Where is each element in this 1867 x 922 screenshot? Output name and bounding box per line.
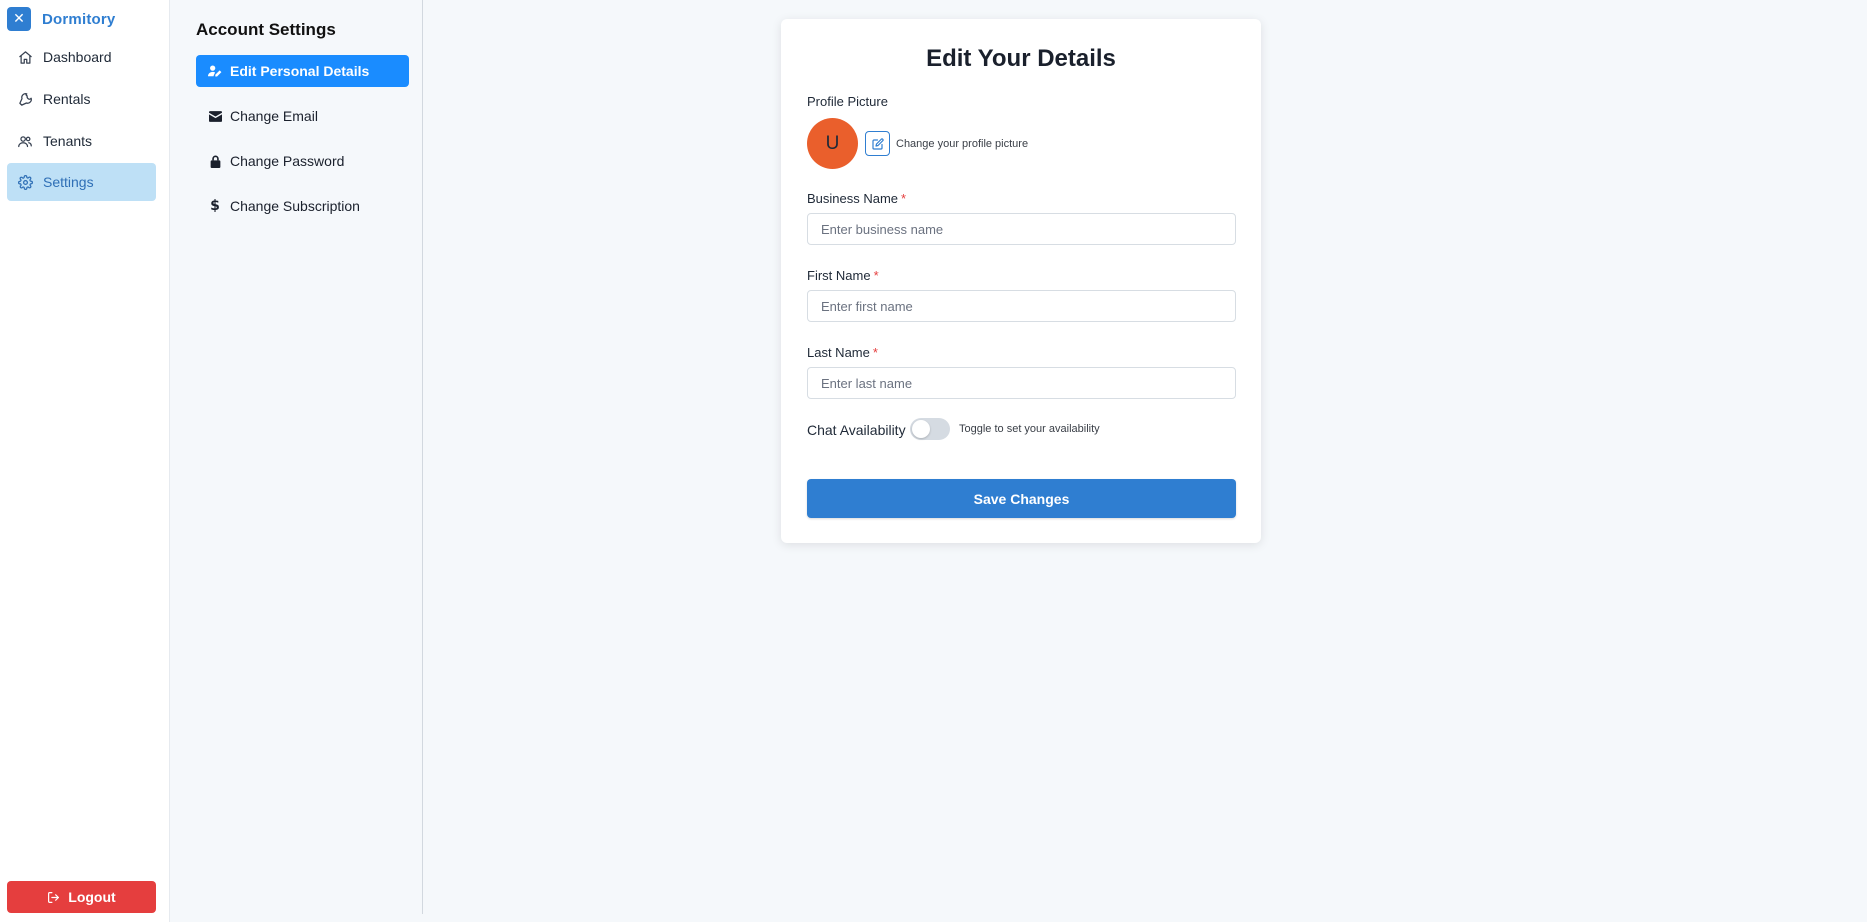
business-name-input[interactable] xyxy=(807,213,1236,245)
wrench-icon xyxy=(17,91,33,107)
settings-nav-label: Edit Personal Details xyxy=(230,63,370,79)
last-name-input[interactable] xyxy=(807,367,1236,399)
required-mark: * xyxy=(872,345,878,360)
logout-button[interactable]: Logout xyxy=(7,881,156,913)
sidebar-item-rentals[interactable]: Rentals xyxy=(7,80,156,118)
sidebar-item-tenants[interactable]: Tenants xyxy=(7,122,156,160)
close-icon[interactable]: ✕ xyxy=(7,7,31,31)
chat-availability-label: Chat Availability xyxy=(807,422,906,438)
change-profile-picture-button[interactable] xyxy=(865,131,890,156)
first-name-label: First Name * xyxy=(807,268,879,283)
sidebar-item-label: Tenants xyxy=(43,133,93,149)
gear-icon xyxy=(17,174,33,190)
settings-nav-title: Account Settings xyxy=(196,20,336,39)
chat-availability-hint: Toggle to set your availability xyxy=(959,423,1100,435)
brand: ✕ Dormitory xyxy=(7,7,115,31)
settings-nav-label: Change Subscription xyxy=(230,198,360,214)
page-title: Edit Your Details xyxy=(926,45,1116,72)
dollar-icon: $ xyxy=(210,198,220,214)
business-name-label: Business Name * xyxy=(807,191,906,206)
edit-details-card: Edit Your Details Profile Picture U Chan… xyxy=(781,19,1261,543)
chat-availability-toggle[interactable] xyxy=(910,418,950,440)
business-name-label-text: Business Name xyxy=(807,191,899,206)
settings-nav-change-password[interactable]: Change Password xyxy=(196,145,409,177)
sidebar: ✕ Dormitory Dashboard Rentals Tenants Se… xyxy=(0,0,170,922)
first-name-input[interactable] xyxy=(807,290,1236,322)
users-icon xyxy=(17,133,33,149)
settings-nav-label: Change Email xyxy=(230,108,318,124)
profile-picture-label: Profile Picture xyxy=(807,94,888,109)
toggle-knob xyxy=(912,420,930,438)
avatar: U xyxy=(807,118,858,169)
settings-nav-change-email[interactable]: Change Email xyxy=(196,100,409,132)
brand-name: Dormitory xyxy=(42,10,116,28)
last-name-label-text: Last Name xyxy=(807,345,870,360)
sidebar-item-settings[interactable]: Settings xyxy=(7,163,156,201)
settings-nav-change-subscription[interactable]: $ Change Subscription xyxy=(196,190,409,222)
lock-icon xyxy=(208,155,222,168)
envelope-icon xyxy=(208,110,222,122)
sidebar-item-dashboard[interactable]: Dashboard xyxy=(7,38,156,76)
sidebar-item-label: Settings xyxy=(43,174,94,190)
sidebar-item-label: Dashboard xyxy=(43,49,112,65)
settings-nav: Account Settings Edit Personal Details C… xyxy=(171,0,423,914)
last-name-label: Last Name * xyxy=(807,345,878,360)
settings-nav-edit-personal-details[interactable]: Edit Personal Details xyxy=(196,55,409,87)
first-name-label-text: First Name xyxy=(807,268,871,283)
logout-label: Logout xyxy=(68,889,116,905)
edit-icon xyxy=(871,137,884,150)
sidebar-item-label: Rentals xyxy=(43,91,91,107)
user-edit-icon xyxy=(208,65,222,77)
settings-nav-label: Change Password xyxy=(230,153,345,169)
required-mark: * xyxy=(901,191,907,206)
change-picture-hint: Change your profile picture xyxy=(896,138,1029,150)
home-icon xyxy=(17,49,33,65)
logout-icon xyxy=(47,891,60,904)
save-changes-button[interactable]: Save Changes xyxy=(807,479,1236,518)
required-mark: * xyxy=(873,268,879,283)
